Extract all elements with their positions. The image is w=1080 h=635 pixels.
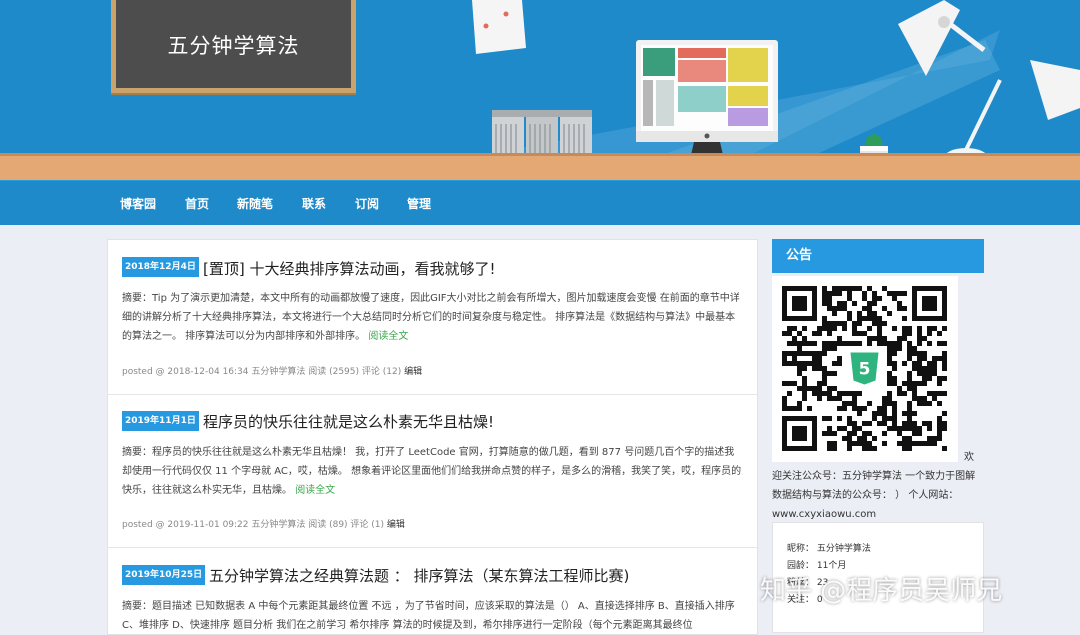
post-meta: posted @ 2018-12-04 16:34 五分钟学算法 阅读 (259… <box>122 364 422 377</box>
post-summary: 摘要：Tip 为了演示更加清楚，本文中所有的动画都放慢了速度，因此GIF大小对比… <box>122 289 742 346</box>
post-list: 2018年12月4日 [置顶] 十大经典排序算法动画，看我就够了! 摘要：Tip… <box>107 239 758 635</box>
header-banner: 五分钟学算法 <box>0 0 1080 180</box>
post-date-badge: 2018年12月4日 <box>122 257 199 277</box>
post-summary-text: 摘要：程序员的快乐往往就是这么朴素无华且枯燥！ 我，打开了 LeetCode 官… <box>122 447 742 496</box>
profile-following: 关注： 0 <box>787 592 823 605</box>
post-title-link[interactable]: 程序员的快乐往往就是这么朴素无华且枯燥! <box>203 411 494 432</box>
nav-home[interactable]: 首页 <box>185 195 209 212</box>
desk-surface <box>0 153 1080 180</box>
post-summary-text: 摘要：Tip 为了演示更加清楚，本文中所有的动画都放慢了速度，因此GIF大小对比… <box>122 293 740 342</box>
post-summary-text: 摘要：题目描述 已知数据表 A 中每个元素距其最终位置 不远 ，为了节省时间，应… <box>122 601 735 631</box>
nav-new-post[interactable]: 新随笔 <box>237 195 273 212</box>
chalkboard: 五分钟学算法 <box>111 0 356 93</box>
nav-subscribe[interactable]: 订阅 <box>355 195 379 212</box>
age-label: 园龄： <box>787 561 815 571</box>
post-item: 2019年11月1日 程序员的快乐往往就是这么朴素无华且枯燥! 摘要：程序员的快… <box>108 395 757 548</box>
age-value[interactable]: 11个月 <box>817 561 846 571</box>
post-meta: posted @ 2019-11-01 09:22 五分钟学算法 阅读 (89)… <box>122 517 405 530</box>
read-more-link[interactable]: 阅读全文 <box>368 331 408 342</box>
post-meta-text: posted @ 2019-11-01 09:22 五分钟学算法 阅读 (89)… <box>122 520 385 530</box>
profile-card: 昵称： 五分钟学算法 园龄： 11个月 粉丝： 23 关注： 0 <box>772 522 984 633</box>
edit-link[interactable]: 编辑 <box>404 367 422 377</box>
blog-title[interactable]: 五分钟学算法 <box>116 30 351 60</box>
nav-admin[interactable]: 管理 <box>407 195 431 212</box>
following-value[interactable]: 0 <box>817 595 823 605</box>
svg-text:5: 5 <box>859 360 871 380</box>
post-item: 2018年12月4日 [置顶] 十大经典排序算法动画，看我就够了! 摘要：Tip… <box>108 240 757 395</box>
post-title-link[interactable]: 五分钟学算法之经典算法题 ： 排序算法（某东算法工程师比赛) <box>209 565 629 586</box>
post-summary: 摘要：程序员的快乐往往就是这么朴素无华且枯燥！ 我，打开了 LeetCode 官… <box>122 443 742 500</box>
edit-link[interactable]: 编辑 <box>387 520 405 530</box>
notice-text-line1: 欢 <box>964 452 974 463</box>
profile-nickname: 昵称： 五分钟学算法 <box>787 541 871 554</box>
post-date-badge: 2019年11月1日 <box>122 411 199 431</box>
notice-text-body: 迎关注公众号：五分钟学算法 一个致力于图解数据结构与算法的公众号： ） 个人网站… <box>772 471 976 520</box>
nav-blog-home[interactable]: 博客园 <box>120 195 156 212</box>
nickname-value[interactable]: 五分钟学算法 <box>817 544 871 554</box>
post-summary: 摘要：题目描述 已知数据表 A 中每个元素距其最终位置 不远 ，为了节省时间，应… <box>122 597 742 634</box>
nickname-label: 昵称： <box>787 544 815 554</box>
notice-header: 公告 <box>772 239 984 273</box>
nav-contact[interactable]: 联系 <box>302 195 326 212</box>
paper-illustration <box>472 0 526 54</box>
top-navigation: 博客园 首页 新随笔 联系 订阅 管理 <box>0 180 1080 225</box>
post-meta-text: posted @ 2018-12-04 16:34 五分钟学算法 阅读 (259… <box>122 367 402 377</box>
read-more-link[interactable]: 阅读全文 <box>295 485 335 496</box>
followers-label: 粉丝： <box>787 578 815 588</box>
post-item: 2019年10月25日 五分钟学算法之经典算法题 ： 排序算法（某东算法工程师比… <box>108 548 757 634</box>
html5-icon: 5 <box>844 348 885 389</box>
profile-age: 园龄： 11个月 <box>787 558 846 571</box>
profile-followers: 粉丝： 23 <box>787 575 828 588</box>
following-label: 关注： <box>787 595 815 605</box>
post-date-badge: 2019年10月25日 <box>122 565 206 585</box>
post-title-link[interactable]: [置顶] 十大经典排序算法动画，看我就够了! <box>203 258 496 279</box>
followers-value[interactable]: 23 <box>817 578 828 588</box>
qr-code-image: 5 <box>772 276 958 462</box>
